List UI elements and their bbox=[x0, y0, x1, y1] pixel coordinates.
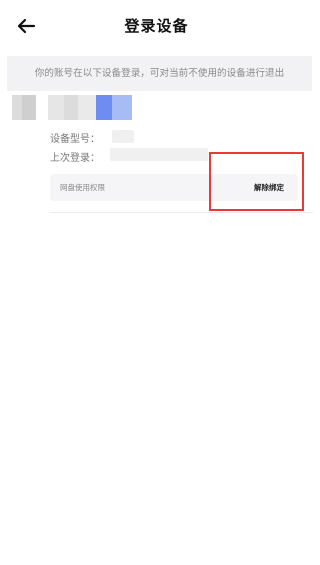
last-login-redacted bbox=[110, 148, 208, 161]
last-login-label: 上次登录： bbox=[50, 153, 100, 164]
device-name-mosaic bbox=[12, 95, 22, 120]
device-name-mosaic bbox=[78, 95, 96, 120]
app-header: 登录设备 bbox=[0, 0, 313, 56]
device-model-redacted bbox=[112, 130, 134, 143]
page-title: 登录设备 bbox=[124, 17, 189, 35]
notice-banner: 你的账号在以下设备登录，可对当前不使用的设备进行退出 bbox=[7, 56, 312, 91]
highlight-box bbox=[209, 152, 304, 211]
device-name-mosaic bbox=[112, 95, 132, 120]
device-model-label: 设备型号： bbox=[50, 134, 100, 145]
divider bbox=[50, 212, 313, 213]
device-name-mosaic bbox=[64, 95, 78, 120]
device-name-mosaic bbox=[48, 95, 64, 120]
permission-label: 网盘使用权限 bbox=[60, 183, 105, 192]
device-name-mosaic bbox=[96, 95, 112, 120]
device-name-mosaic bbox=[22, 95, 36, 120]
